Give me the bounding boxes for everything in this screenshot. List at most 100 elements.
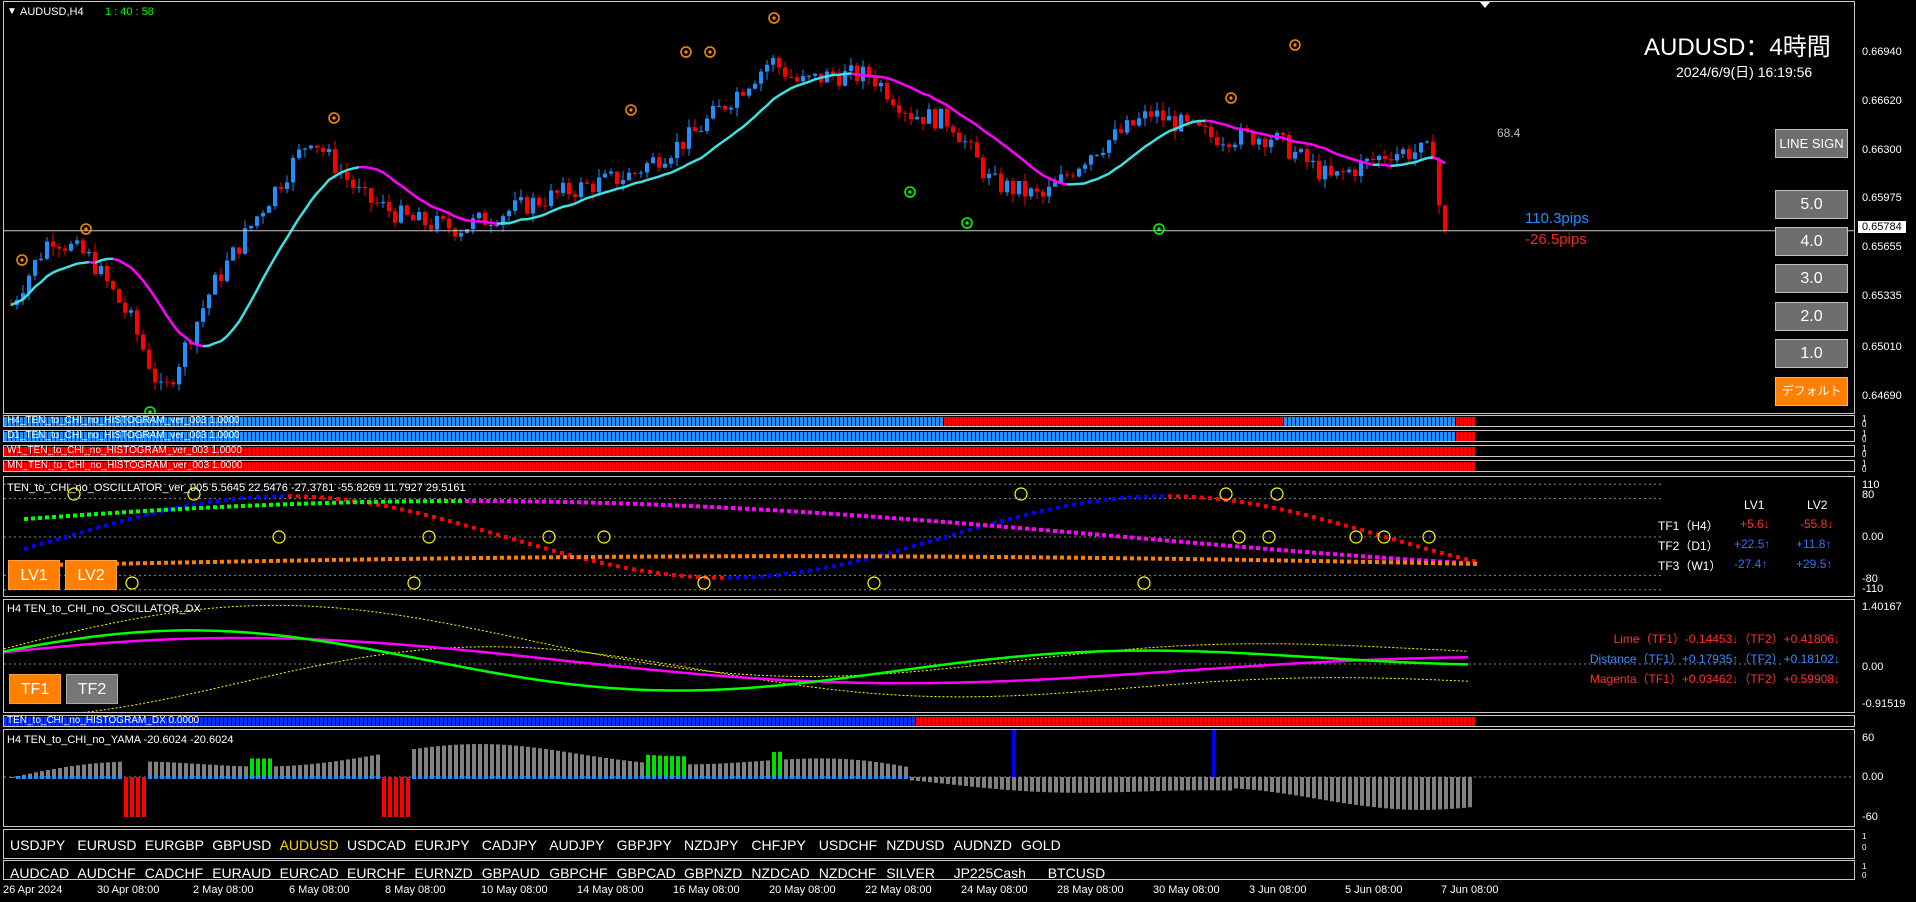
osc-lv2-dot: [178, 507, 182, 512]
yama-base-mark: [694, 776, 698, 779]
lv2-button[interactable]: LV2: [65, 560, 117, 590]
oscillator-pane[interactable]: TEN_to_CHI_no_OSCILLATOR_ver_005 5.5645 …: [3, 476, 1855, 597]
histogram-bar: [624, 462, 627, 471]
histogram-bar: [1116, 447, 1119, 456]
osc-lv2-dot: [682, 503, 686, 508]
symbol-gbpcad[interactable]: GBPCAD: [617, 865, 676, 879]
symbol-btcusd[interactable]: BTCUSD: [1048, 865, 1106, 879]
histogram-bar: [260, 432, 263, 441]
symbol-gbpchf[interactable]: GBPCHF: [549, 865, 607, 879]
tf2-button[interactable]: TF2: [66, 674, 118, 704]
chart-menu-arrow[interactable]: ▼: [7, 6, 17, 17]
yama-bar: [1450, 777, 1454, 809]
default-button[interactable]: デフォルト: [1775, 377, 1848, 406]
histogram-bar: [952, 432, 955, 441]
hist-tick: 0: [1862, 450, 1867, 459]
symbol-usdchf[interactable]: USDCHF: [819, 837, 877, 853]
level-5-button[interactable]: 5.0: [1775, 190, 1848, 219]
symbol-audcad[interactable]: AUDCAD: [10, 865, 69, 879]
level-2-button[interactable]: 2.0: [1775, 302, 1848, 331]
histogram-bar: [436, 447, 439, 456]
symbol-gbpaud[interactable]: GBPAUD: [482, 865, 540, 879]
yama-pane[interactable]: H4 TEN_to_CHI_no_YAMA -20.6024 -20.6024: [3, 729, 1855, 827]
histogram-bar: [432, 447, 435, 456]
histogram-bar: [804, 432, 807, 441]
symbol-silver[interactable]: SILVER: [886, 865, 935, 879]
lv1-button[interactable]: LV1: [8, 560, 60, 590]
symbol-eurchf[interactable]: EURCHF: [347, 865, 405, 879]
symbol-gold[interactable]: GOLD: [1021, 837, 1061, 853]
osc-lv2-dot: [1095, 532, 1099, 537]
osc-lv2-dot: [885, 515, 889, 520]
symbol-usdjpy[interactable]: USDJPY: [10, 837, 65, 853]
symbol-audusd[interactable]: AUDUSD: [280, 837, 339, 853]
histogram-bar: [1064, 717, 1067, 726]
signal-marker-dot: [1157, 227, 1161, 231]
yama-bar: [454, 744, 458, 777]
dx-pane[interactable]: H4 TEN_to_CHI_no_OSCILLATOR_DX TF1 TF2 L…: [3, 599, 1855, 713]
symbol-cadjpy[interactable]: CADJPY: [482, 837, 537, 853]
histogram-bar: [1108, 417, 1111, 426]
histogram-h4-pane[interactable]: H4_TEN_to_CHI_no_HISTOGRAM_ver_003 1.000…: [3, 415, 1855, 427]
histogram-bar: [412, 717, 415, 726]
symbol-audjpy[interactable]: AUDJPY: [549, 837, 604, 853]
histogram-bar: [932, 462, 935, 471]
osc-lv3-dot: [1452, 561, 1456, 566]
symbol-nzdjpy[interactable]: NZDJPY: [684, 837, 738, 853]
signal-marker-dot: [1229, 96, 1233, 100]
dx-lower-band: [83, 646, 1469, 712]
symbol-eurusd[interactable]: EURUSD: [77, 837, 136, 853]
symbol-gbpjpy[interactable]: GBPJPY: [617, 837, 672, 853]
price-chart-pane[interactable]: ▼ AUDUSD,H4 1 : 40 : 58 AUDUSD：4時間 2024/…: [3, 1, 1855, 414]
yama-bar: [1384, 777, 1388, 809]
symbol-audnzd[interactable]: AUDNZD: [954, 837, 1012, 853]
symbol-nzdchf[interactable]: NZDCHF: [819, 865, 877, 879]
symbol-chfjpy[interactable]: CHFJPY: [751, 837, 805, 853]
histogram-bar: [1084, 717, 1087, 726]
symbol-eurnzd[interactable]: EURNZD: [414, 865, 472, 879]
histogram-bar: [224, 717, 227, 726]
histogram-d1-pane[interactable]: D1_TEN_to_CHI_no_HISTOGRAM_ver_003 1.000…: [3, 430, 1855, 442]
yama-bar: [1066, 777, 1070, 793]
histogram-bar: [372, 417, 375, 426]
symbol-usdcad[interactable]: USDCAD: [347, 837, 406, 853]
histogram-bar: [1192, 717, 1195, 726]
histogram-dx-pane[interactable]: TEN_to_CHI_no_HISTOGRAM_DX 0.0000: [3, 715, 1855, 727]
histogram-bar: [1376, 432, 1379, 441]
tf1-button[interactable]: TF1: [9, 674, 61, 704]
symbol-jp225cash[interactable]: JP225Cash: [954, 865, 1026, 879]
histogram-bar: [928, 717, 931, 726]
candle-body: [675, 141, 679, 159]
osc-lv2-dot: [857, 513, 861, 518]
symbol-gbpnzd[interactable]: GBPNZD: [684, 865, 742, 879]
histogram-bar: [1120, 432, 1123, 441]
candle-body: [1233, 144, 1237, 148]
candle-body: [795, 77, 799, 82]
symbol-nzdcad[interactable]: NZDCAD: [751, 865, 809, 879]
histogram-bar: [1148, 447, 1151, 456]
histogram-mn-pane[interactable]: MN_TEN_to_CHI_no_HISTOGRAM_ver_003 1.000…: [3, 460, 1855, 472]
symbol-cadchf[interactable]: CADCHF: [145, 865, 203, 879]
level-3-button[interactable]: 3.0: [1775, 264, 1848, 293]
candle-body: [387, 201, 391, 212]
histogram-bar: [472, 417, 475, 426]
osc-lv2-dot: [990, 523, 994, 528]
symbol-audchf[interactable]: AUDCHF: [77, 865, 135, 879]
symbol-euraud[interactable]: EURAUD: [212, 865, 271, 879]
yama-bar: [268, 758, 272, 777]
symbol-eurcad[interactable]: EURCAD: [280, 865, 339, 879]
histogram-bar: [324, 447, 327, 456]
symbol-eurgbp[interactable]: EURGBP: [145, 837, 204, 853]
yama-base-mark: [550, 776, 554, 779]
osc-lv3-dot: [507, 555, 511, 560]
histogram-bar: [304, 462, 307, 471]
symbol-eurjpy[interactable]: EURJPY: [414, 837, 469, 853]
symbol-nzdusd[interactable]: NZDUSD: [886, 837, 944, 853]
osc-lv3-dot: [1382, 560, 1386, 565]
symbol-gbpusd[interactable]: GBPUSD: [212, 837, 271, 853]
level-4-button[interactable]: 4.0: [1775, 227, 1848, 256]
histogram-w1-pane[interactable]: W1_TEN_to_CHI_no_HISTOGRAM_ver_003 1.000…: [3, 445, 1855, 457]
histogram-bar: [292, 462, 295, 471]
level-1-button[interactable]: 1.0: [1775, 339, 1848, 368]
line-sign-button[interactable]: LINE SIGN: [1775, 129, 1848, 158]
